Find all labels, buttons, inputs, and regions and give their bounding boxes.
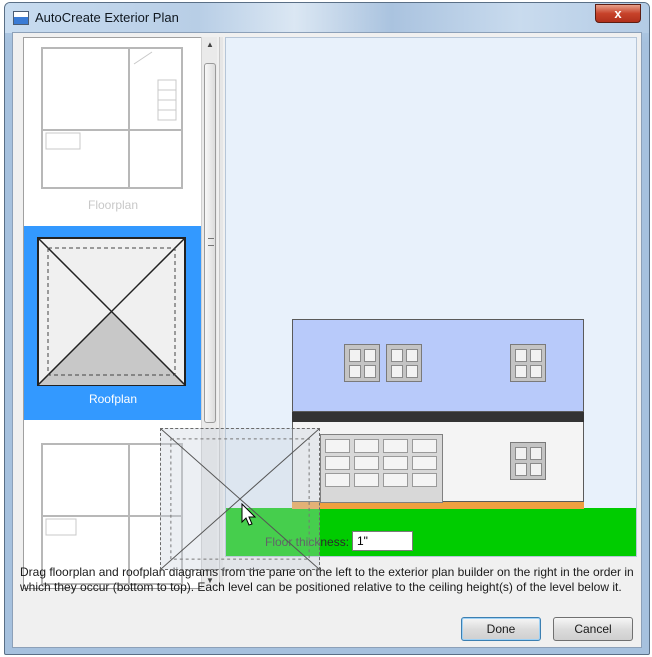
window-upper-right [510, 344, 546, 382]
instructions-text: Drag floorplan and roofplan diagrams fro… [20, 565, 634, 594]
list-item-label: Floorplan [87, 198, 139, 212]
done-button[interactable]: Done [461, 617, 541, 641]
list-item-label: Roofplan [88, 392, 138, 406]
title-bar[interactable]: AutoCreate Exterior Plan x [5, 3, 649, 33]
scrollbar-thumb[interactable] [204, 63, 216, 423]
dialog-client: Floorplan Roofplan ▲ ▼ Drag floorplan an… [12, 32, 642, 648]
floor-thickness-input[interactable] [352, 531, 413, 551]
list-item-roofplan[interactable]: Roofplan [24, 226, 202, 420]
window-upper-middle [386, 344, 422, 382]
floor-band [292, 412, 584, 422]
app-icon [13, 11, 29, 25]
window-lower-right [510, 442, 546, 480]
close-button[interactable]: x [595, 4, 641, 23]
foundation-line [292, 502, 584, 509]
window-upper-left [344, 344, 380, 382]
dragged-roofplan-ghost[interactable] [160, 428, 320, 570]
scroll-up-icon[interactable]: ▲ [202, 37, 218, 53]
cancel-button[interactable]: Cancel [553, 617, 633, 641]
floorplan-thumbnail [41, 47, 183, 189]
garage-door [320, 434, 443, 503]
roofplan-thumbnail [37, 237, 186, 386]
window-title: AutoCreate Exterior Plan [35, 10, 179, 25]
grip-icon [208, 238, 214, 246]
list-item-floorplan[interactable]: Floorplan [24, 38, 202, 226]
mouse-cursor-icon [241, 503, 257, 526]
